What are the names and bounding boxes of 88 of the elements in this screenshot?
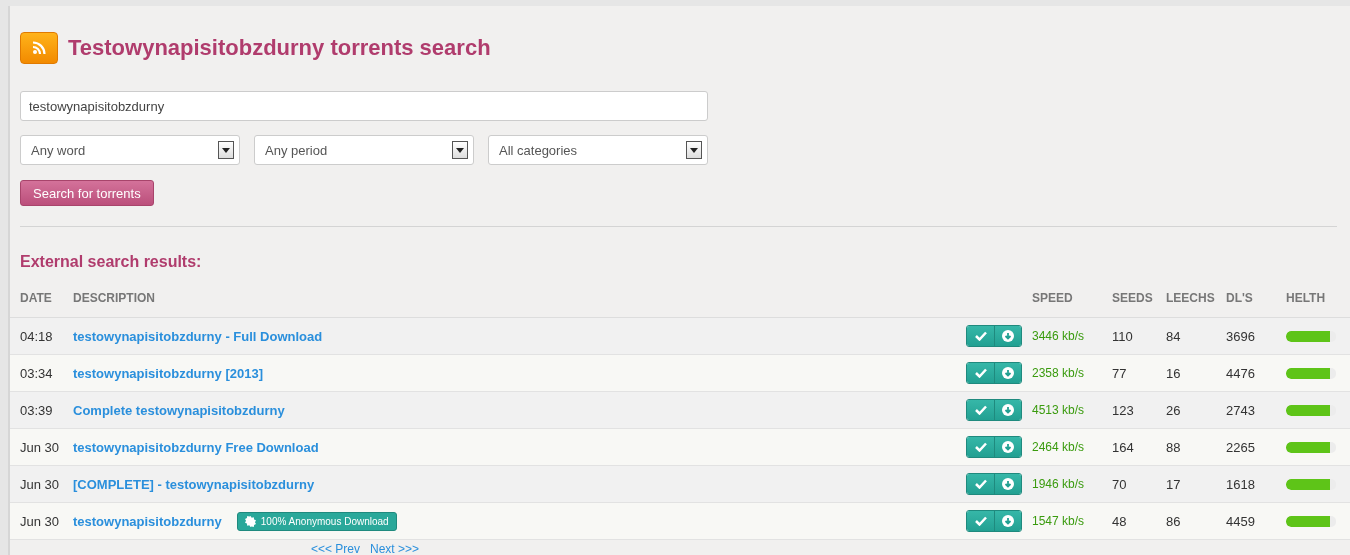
download-icon <box>1002 441 1014 453</box>
downloads-cell-text: 3696 <box>1226 328 1256 344</box>
speed-cell-text: 4513 kb/s <box>1032 403 1086 417</box>
prev-link[interactable]: <<< Prev <box>310 542 360 555</box>
caret-icon <box>218 141 234 159</box>
speed-cell-text: 2464 kb/s <box>1032 440 1086 454</box>
speed-cell-text: 1547 kb/s <box>1032 514 1086 528</box>
speed-cell-text: 2358 kb/s <box>1032 366 1086 380</box>
check-button[interactable] <box>967 363 994 383</box>
check-icon <box>974 442 987 452</box>
result-link[interactable]: testowynapisitobzdurny - Full Download <box>73 328 323 344</box>
check-button[interactable] <box>967 437 994 457</box>
date-cell-text: Jun 30 <box>20 513 61 529</box>
speed-cell-text: 3446 kb/s <box>1032 329 1086 343</box>
check-button[interactable] <box>967 474 994 494</box>
health-bar <box>1286 404 1336 416</box>
check-button[interactable] <box>967 511 994 531</box>
next-link[interactable]: Next >>> <box>370 542 420 555</box>
check-icon <box>974 516 987 526</box>
result-link[interactable]: testowynapisitobzdurny <box>73 513 222 529</box>
caret-icon <box>686 141 702 159</box>
download-button[interactable] <box>994 363 1021 383</box>
leechs-cell-text: 16 <box>1166 365 1182 381</box>
column-header: DATE <box>20 291 53 305</box>
download-button[interactable] <box>994 400 1021 420</box>
seeds-cell-text: 48 <box>1112 513 1128 529</box>
column-header: HELTH <box>1286 291 1327 305</box>
leechs-cell-text: 88 <box>1166 439 1182 455</box>
leechs-cell-text: 86 <box>1166 513 1182 529</box>
starburst-icon <box>244 515 256 527</box>
seeds-cell-text: 70 <box>1112 476 1128 492</box>
health-bar <box>1286 441 1336 453</box>
column-header: LEECHS <box>1166 291 1216 305</box>
health-bar <box>1286 515 1336 527</box>
date-cell-text: 03:34 <box>20 365 54 381</box>
download-button[interactable] <box>994 437 1021 457</box>
downloads-cell-text: 2265 <box>1226 439 1256 455</box>
downloads-cell-text: 4459 <box>1226 513 1256 529</box>
column-header: SPEED <box>1032 291 1074 305</box>
seeds-cell-text: 77 <box>1112 365 1128 381</box>
download-icon <box>1002 404 1014 416</box>
downloads-cell-text: 4476 <box>1226 365 1256 381</box>
result-link[interactable]: Complete testowynapisitobzdurny <box>73 402 285 418</box>
health-bar <box>1286 367 1336 379</box>
result-link[interactable]: testowynapisitobzdurny Free Download <box>73 439 319 455</box>
rss-icon <box>20 32 58 64</box>
health-bar <box>1286 330 1336 342</box>
check-icon <box>974 331 987 341</box>
download-button[interactable] <box>994 511 1021 531</box>
page-title: Testowynapisitobzdurny torrents search <box>68 35 491 61</box>
download-button[interactable] <box>994 326 1021 346</box>
dropdown[interactable]: Any word <box>20 135 240 165</box>
results-heading: External search results: <box>20 253 203 271</box>
downloads-cell-text: 1618 <box>1226 476 1256 492</box>
download-icon <box>1002 367 1014 379</box>
seeds-cell-text: 123 <box>1112 402 1135 418</box>
date-cell-text: 03:39 <box>20 402 54 418</box>
downloads-cell-text: 2743 <box>1226 402 1256 418</box>
search-button[interactable]: Search for torrents <box>20 180 154 206</box>
download-icon <box>1002 330 1014 342</box>
caret-icon <box>452 141 468 159</box>
result-link[interactable]: testowynapisitobzdurny [2013] <box>73 365 263 381</box>
search-field[interactable]: testowynapisitobzdurny <box>20 91 708 121</box>
check-button[interactable] <box>967 326 994 346</box>
check-button[interactable] <box>967 400 994 420</box>
date-cell-text: Jun 30 <box>20 476 61 492</box>
result-link[interactable]: [COMPLETE] - testowynapisitobzdurny <box>73 476 315 492</box>
download-icon <box>1002 478 1014 490</box>
column-header: DL'S <box>1226 291 1254 305</box>
seeds-cell-text: 164 <box>1112 439 1135 455</box>
date-cell-text: Jun 30 <box>20 439 61 455</box>
download-button[interactable] <box>994 474 1021 494</box>
dropdown[interactable]: Any period <box>254 135 474 165</box>
dropdown[interactable]: All categories <box>488 135 708 165</box>
check-icon <box>974 405 987 415</box>
check-icon <box>974 368 987 378</box>
check-icon <box>974 479 987 489</box>
seeds-cell-text: 110 <box>1112 328 1134 344</box>
leechs-cell-text: 84 <box>1166 328 1182 344</box>
anonymous-download-badge[interactable]: 100% Anonymous Download <box>236 511 397 531</box>
leechs-cell-text: 26 <box>1166 402 1182 418</box>
health-bar <box>1286 478 1336 490</box>
speed-cell-text: 1946 kb/s <box>1032 477 1086 491</box>
column-header: DESCRIPTION <box>73 291 156 305</box>
leechs-cell-text: 17 <box>1166 476 1182 492</box>
download-icon <box>1002 515 1014 527</box>
column-header: SEEDS <box>1112 291 1154 305</box>
date-cell-text: 04:18 <box>20 328 54 344</box>
